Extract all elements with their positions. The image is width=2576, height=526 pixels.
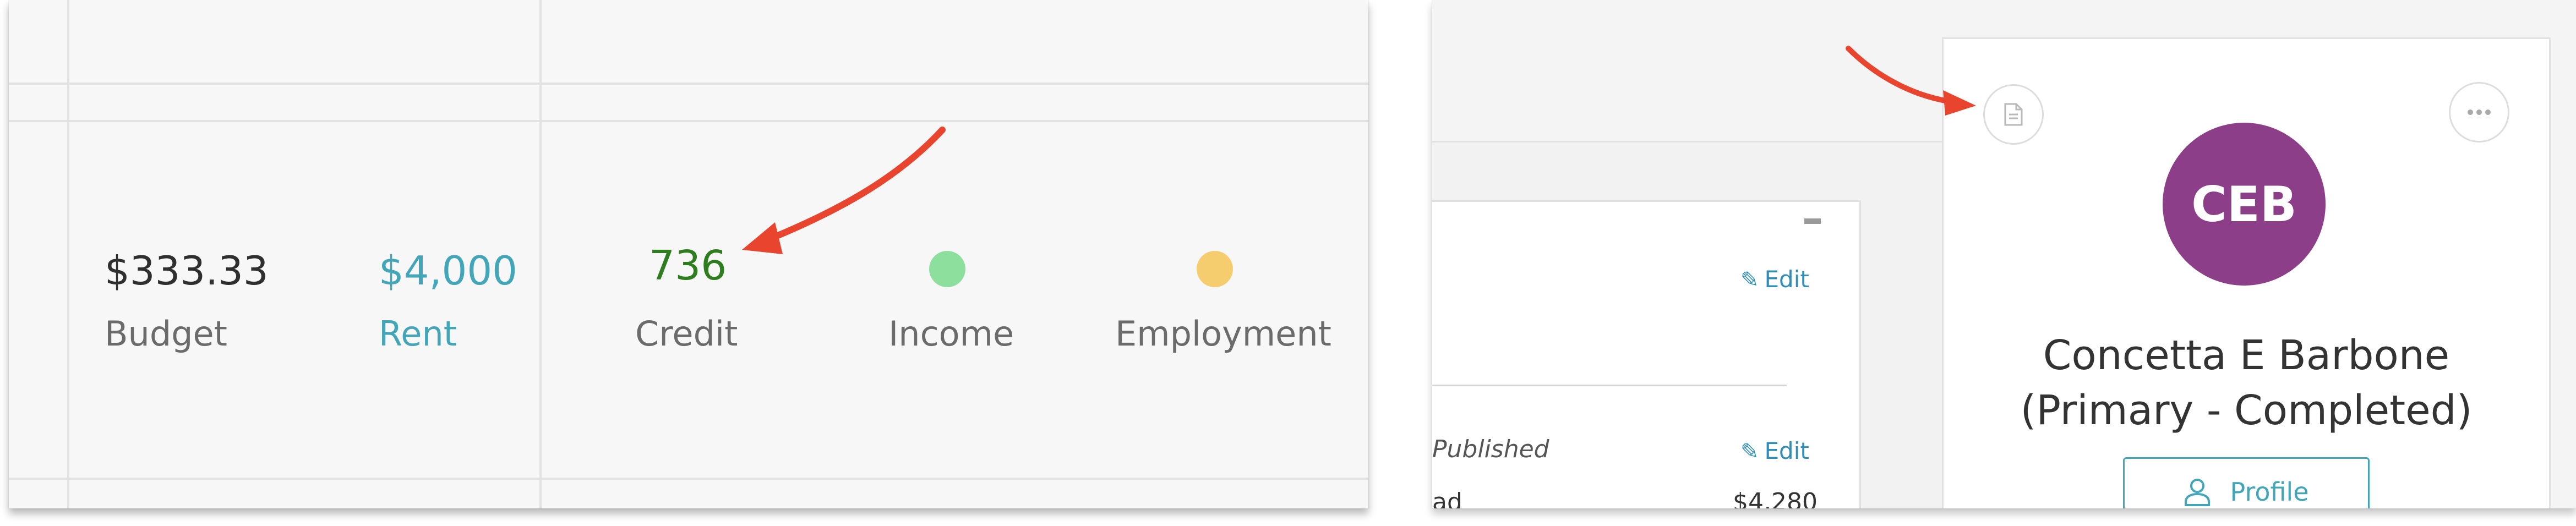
applicant-status: (Primary - Completed) <box>2020 387 2473 434</box>
section-divider <box>1432 385 1787 386</box>
applicant-metrics-panel: $333.33 Budget $4,000 Rent 736 Credit In… <box>9 0 1368 508</box>
edit-link-published[interactable]: ✎ Edit <box>1740 440 1809 463</box>
profile-button[interactable]: Profile <box>2123 457 2370 508</box>
edit-link-primary[interactable]: ✎ Edit <box>1740 266 1809 293</box>
detail-section: ✎ Edit Published ✎ Edit ad $4,280 <box>1432 200 1861 508</box>
budget-value: $333.33 <box>105 248 269 294</box>
budget-label: Budget <box>105 314 227 354</box>
employment-status-dot[interactable] <box>1197 251 1233 287</box>
row-divider-top <box>9 83 1368 85</box>
row-value-partial: $4,280 <box>1733 488 1818 509</box>
employment-label: Employment <box>1115 314 1331 354</box>
income-label: Income <box>888 314 1014 354</box>
column-divider-middle <box>539 0 542 508</box>
annotation-arrow-document <box>1846 46 1976 116</box>
credit-label: Credit <box>635 314 738 354</box>
pencil-icon: ✎ <box>1740 439 1759 464</box>
row-label-partial: ad <box>1432 488 1462 509</box>
published-status: Published <box>1432 435 1549 463</box>
rent-value[interactable]: $4,000 <box>379 251 517 291</box>
person-icon <box>2185 479 2211 506</box>
edit-label: Edit <box>1764 266 1809 293</box>
collapse-icon[interactable] <box>1804 218 1821 224</box>
rent-label[interactable]: Rent <box>379 317 457 351</box>
ellipsis-icon <box>2468 109 2491 115</box>
more-options-button[interactable] <box>2449 82 2509 143</box>
column-divider-left <box>67 0 69 508</box>
document-icon <box>2004 103 2023 126</box>
applicant-name: Concetta E Barbone <box>2043 332 2450 379</box>
edit-label: Edit <box>1764 437 1809 464</box>
avatar: CEB <box>2163 123 2326 286</box>
application-detail-panel: ✎ Edit Published ✎ Edit ad $4,280 CEB Co… <box>1432 0 2576 508</box>
annotation-arrow-credit <box>742 127 946 254</box>
applicant-profile-card: CEB Concetta E Barbone (Primary - Comple… <box>1942 37 2551 508</box>
row-divider-upper <box>9 120 1368 122</box>
profile-button-label: Profile <box>2230 477 2309 507</box>
row-divider-bottom <box>9 478 1368 480</box>
pencil-icon: ✎ <box>1740 267 1759 293</box>
